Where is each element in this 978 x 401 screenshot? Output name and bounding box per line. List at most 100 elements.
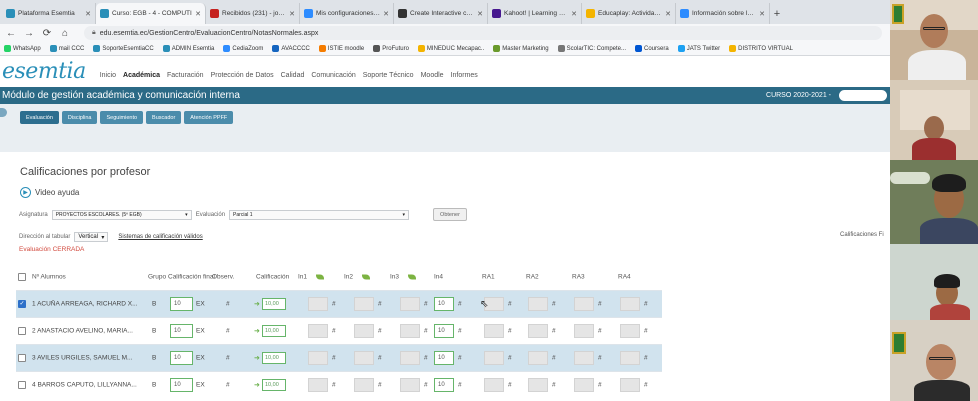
direccion-select[interactable]: Vertical ▾ [74,232,109,242]
close-icon[interactable]: ✕ [665,10,671,18]
grade-input-ra3[interactable] [574,297,594,311]
grade-input-in4[interactable]: 10 [434,324,454,338]
bookmark-item[interactable]: ScolarTIC: Compete... [557,45,626,52]
video-help-link[interactable]: ▶ Video ayuda [20,187,79,198]
row-checkbox[interactable]: ✓ [18,300,26,308]
grade-input-in3[interactable] [400,297,420,311]
grade-input-in1[interactable] [308,324,328,338]
asignatura-value: PROYECTOS ESCOLARES. (5º EGB) [55,211,142,218]
obtener-button[interactable]: Obtener [433,208,467,221]
grade-input-in3[interactable] [400,351,420,365]
subtab-2[interactable]: Seguimiento [100,111,144,124]
nav-item-calidad[interactable]: Calidad [281,72,305,79]
grade-input-in2[interactable] [354,378,374,392]
close-icon[interactable]: ✕ [383,10,389,18]
grade-input-ra1[interactable] [484,351,504,365]
reload-icon[interactable]: ⟳ [42,28,52,39]
grade-input-ra2[interactable] [528,324,548,338]
bookmark-item[interactable]: AVACCCC [272,45,310,52]
nav-item-inicio[interactable]: Inicio [100,72,116,79]
back-icon[interactable]: ← [6,28,16,39]
grade-input-ra3[interactable] [574,351,594,365]
grade-input-in3[interactable] [400,378,420,392]
row-checkbox[interactable] [18,354,26,362]
final-grade-input[interactable]: 10 [170,297,193,311]
close-icon[interactable]: ✕ [759,10,765,18]
nav-item-soporte-t-cnico[interactable]: Soporte Técnico [363,72,414,79]
subtab-3[interactable]: Buscador [146,111,182,124]
grade-input-in1[interactable] [308,351,328,365]
bookmark-item[interactable]: CediaZoom [223,45,263,52]
browser-tab[interactable]: Curso: EGB - 4 - COMPUTI ✕ [96,3,206,24]
grade-input-ra4[interactable] [620,297,640,311]
close-icon[interactable]: ✕ [195,10,201,18]
new-tab-icon[interactable]: + [770,4,784,24]
bookmark-item[interactable]: Coursera [635,45,669,52]
grade-input-ra1[interactable] [484,324,504,338]
grade-input-ra1[interactable] [484,378,504,392]
grade-input-ra2[interactable] [528,378,548,392]
browser-tab[interactable]: Create Interactive conten✕ [394,3,488,24]
nav-item-facturaci-n[interactable]: Facturación [167,72,204,79]
home-icon[interactable]: ⌂ [60,28,70,39]
browser-tab[interactable]: Información sobre la reuni✕ [676,3,770,24]
evaluacion-select[interactable]: Parcial 1 ▾ [229,209,410,220]
subtab-4[interactable]: Atención PPFF [184,111,234,124]
browser-tab[interactable]: Educaplay: Actividades ed✕ [582,3,676,24]
browser-tab[interactable]: Mis configuraciones - Zoo✕ [300,3,394,24]
grade-input-in2[interactable] [354,351,374,365]
sistemas-link[interactable]: Sistemas de calificación válidos [118,234,202,240]
final-grade-input[interactable]: 10 [170,378,193,392]
forward-icon[interactable]: → [24,28,34,39]
close-icon[interactable]: ✕ [289,10,295,18]
close-icon[interactable]: ✕ [85,10,91,18]
browser-tab[interactable]: Plataforma Esemtia ✕ [2,3,96,24]
address-bar[interactable]: 🔒︎ edu.esemtia.ec/GestionCentro/Evaluaci… [84,26,882,40]
bookmark-item[interactable]: MINEDUC Mecapac.. [417,45,484,52]
nav-item-acad-mica[interactable]: Académica [123,72,160,79]
grade-input-in3[interactable] [400,324,420,338]
bookmark-item[interactable]: DISTRITO VIRTUAL [729,45,793,52]
browser-tab[interactable]: Kahoot! | Learning games✕ [488,3,582,24]
bookmark-item[interactable]: ProFuturo [373,45,409,52]
nav-item-informes[interactable]: Informes [451,72,478,79]
nav-item-moodle[interactable]: Moodle [421,72,444,79]
close-icon[interactable]: ✕ [477,10,483,18]
grade-input-ra4[interactable] [620,324,640,338]
final-grade-input[interactable]: 10 [170,324,193,338]
bookmark-item[interactable]: JATS Twitter [677,45,720,52]
browser-tab[interactable]: Recibidos (231) - jorgeteb✕ [206,3,300,24]
grade-input-in1[interactable] [308,297,328,311]
nav-item-comunicaci-n[interactable]: Comunicación [311,72,355,79]
grade-input-ra3[interactable] [574,378,594,392]
search-input[interactable] [839,90,887,101]
grade-input-in2[interactable] [354,297,374,311]
row-checkbox[interactable] [18,381,26,389]
grade-input-ra2[interactable] [528,297,548,311]
grade-hash: # [598,381,602,389]
nav-item-protecci-n-de-datos[interactable]: Protección de Datos [211,72,274,79]
grade-input-ra2[interactable] [528,351,548,365]
grade-input-in4[interactable]: 10 [434,378,454,392]
row-checkbox[interactable] [18,327,26,335]
final-grade-input[interactable]: 10 [170,351,193,365]
grade-input-in4[interactable]: 10 [434,297,454,311]
bookmark-item[interactable]: mail CCC [49,45,84,52]
course-selector[interactable]: CURSO 2020-2021 - [766,92,831,99]
bookmark-item[interactable]: SoporteEsemtiaCC [93,45,154,52]
subtab-0[interactable]: Evaluación [20,111,59,124]
grade-input-ra4[interactable] [620,378,640,392]
grade-input-in4[interactable]: 10 [434,351,454,365]
bookmark-item[interactable]: ADMIN Esemtia [162,45,214,52]
subtab-1[interactable]: Disciplina [61,111,98,124]
grade-input-ra3[interactable] [574,324,594,338]
select-all-checkbox[interactable] [18,273,26,281]
grade-input-ra4[interactable] [620,351,640,365]
bookmark-item[interactable]: ISTIE moodle [318,45,364,52]
bookmark-item[interactable]: Master Marketing [493,45,549,52]
bookmark-item[interactable]: WhatsApp [4,45,41,52]
close-icon[interactable]: ✕ [571,10,577,18]
asignatura-select[interactable]: PROYECTOS ESCOLARES. (5º EGB) ▾ [51,209,192,220]
grade-input-in2[interactable] [354,324,374,338]
grade-input-in1[interactable] [308,378,328,392]
